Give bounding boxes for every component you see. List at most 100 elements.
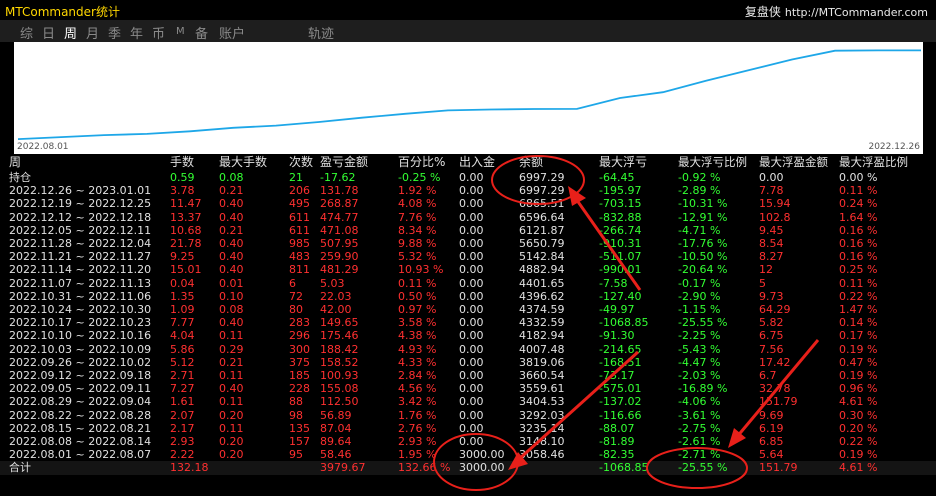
percent-cell: 3.58 % <box>398 316 437 330</box>
period-cell: 2022.09.12 ~ 2022.09.18 <box>9 369 152 382</box>
deposit-cell: 0.00 <box>459 342 484 356</box>
period-cell: 2022.08.01 ~ 2022.08.07 <box>9 448 152 462</box>
total-row[interactable]: 合计 132.18 3979.67 132.66 % 3000.00 -1068.85 -2… <box>0 461 936 475</box>
max-floating-profit-pct-cell: 0.25 % <box>839 263 878 277</box>
tab-day[interactable]: 日 <box>42 23 55 42</box>
table-row[interactable]: 2022.11.21 ~ 2022.11.27 9.25 0.40 483 259.90… <box>0 250 936 263</box>
balance-cell: 3559.61 <box>519 382 565 396</box>
table-row[interactable]: 2022.08.29 ~ 2022.09.04 1.61 0.11 88 112.50 3… <box>0 395 936 408</box>
deposit-cell: 0.00 <box>459 329 484 343</box>
tab-month[interactable]: 月 <box>86 23 99 42</box>
header-max-floating-loss[interactable]: 最大浮亏 <box>599 156 647 169</box>
period-cell: 2022.10.10 ~ 2022.10.16 <box>9 329 152 343</box>
tab-account[interactable]: 账户 <box>219 23 245 42</box>
tab-week[interactable]: 周 <box>64 23 77 42</box>
header-balance[interactable]: 余额 <box>519 156 543 169</box>
max-floating-profit-pct-cell: 0.96 % <box>839 382 878 396</box>
table-row[interactable]: 2022.11.28 ~ 2022.12.04 21.78 0.40 985 507.9… <box>0 237 936 250</box>
max-lots-cell: 0.40 <box>219 250 244 264</box>
profit-loss-cell: 100.93 <box>320 369 359 382</box>
tab-year[interactable]: 年 <box>130 23 143 42</box>
max-floating-profit-pct-cell: 4.61 % <box>839 395 878 409</box>
header-max-lots[interactable]: 最大手数 <box>219 156 267 169</box>
max-lots-cell: 0.21 <box>219 223 244 237</box>
profit-loss-cell: 158.52 <box>320 355 359 369</box>
profit-loss-cell: 5.03 <box>320 276 345 290</box>
header-max-floating-profit[interactable]: 最大浮盈金额 <box>759 156 828 169</box>
header-percent[interactable]: 百分比% <box>398 156 445 169</box>
period-cell: 2022.12.19 ~ 2022.12.25 <box>9 197 152 211</box>
max-lots-cell: 0.40 <box>219 210 244 224</box>
table-row[interactable]: 2022.08.01 ~ 2022.08.07 2.22 0.20 95 58.46 1.… <box>0 448 936 461</box>
table-row[interactable]: 2022.10.10 ~ 2022.10.16 4.04 0.11 296 175.46… <box>0 329 936 342</box>
percent-cell: 2.84 % <box>398 369 437 382</box>
tab-notes[interactable]: 备 <box>195 23 208 42</box>
profit-loss-cell: 42.00 <box>320 303 352 316</box>
deposit-cell: 0.00 <box>459 395 484 409</box>
max-floating-profit-cell: 64.29 <box>759 303 791 316</box>
max-floating-loss-pct-cell: -16.89 % <box>678 382 728 396</box>
max-floating-loss-cell: -990.01 <box>599 263 642 277</box>
max-lots-cell: 0.01 <box>219 276 244 290</box>
profit-loss-cell: 149.65 <box>320 316 359 330</box>
max-floating-loss-cell: -910.31 <box>599 237 642 250</box>
holding-row[interactable]: 持仓 0.59 0.08 21 -17.62 -0.25 % 0.00 6997.29 -64.… <box>0 171 936 184</box>
profit-loss-cell: 22.03 <box>320 289 352 303</box>
deposit-cell: 0.00 <box>459 355 484 369</box>
brand[interactable]: 复盘侠 http://MTCommander.com <box>745 3 928 20</box>
brand-url[interactable]: http://MTCommander.com <box>785 6 928 19</box>
max-floating-loss-cell: -64.45 <box>599 171 635 184</box>
table-row[interactable]: 2022.12.05 ~ 2022.12.11 10.68 0.21 611 471.0… <box>0 224 936 237</box>
table-row[interactable]: 2022.08.08 ~ 2022.08.14 2.93 0.20 157 89.64 2… <box>0 435 936 448</box>
max-floating-loss-cell: -7.58 <box>599 276 628 290</box>
max-floating-loss-pct-cell: -3.61 % <box>678 408 721 422</box>
deposit-cell: 0.00 <box>459 303 484 316</box>
table-row[interactable]: 2022.12.26 ~ 2023.01.01 3.78 0.21 206 131.78… <box>0 184 936 197</box>
tab-currency[interactable]: 币 <box>152 23 165 42</box>
table-row[interactable]: 2022.11.07 ~ 2022.11.13 0.04 0.01 6 5.03 0.11… <box>0 277 936 290</box>
table-row[interactable]: 2022.10.17 ~ 2022.10.23 7.77 0.40 283 149.65… <box>0 316 936 329</box>
max-floating-profit-cell: 8.27 <box>759 250 784 264</box>
count-cell: 495 <box>289 197 310 211</box>
max-floating-profit-cell: 32.78 <box>759 382 791 396</box>
header-max-floating-loss-pct[interactable]: 最大浮亏比例 <box>678 156 747 169</box>
table-row[interactable]: 2022.08.22 ~ 2022.08.28 2.07 0.20 98 56.89 1.… <box>0 409 936 422</box>
tab-overview[interactable]: 综 <box>20 23 33 42</box>
balance-chart-svg <box>17 49 921 140</box>
table-row[interactable]: 2022.10.03 ~ 2022.10.09 5.86 0.29 300 188.42… <box>0 343 936 356</box>
max-floating-profit-pct-cell: 0.11 % <box>839 276 878 290</box>
deposit-cell: 0.00 <box>459 369 484 382</box>
period-cell: 持仓 <box>9 171 31 184</box>
count-cell: 135 <box>289 421 310 435</box>
max-floating-profit-cell: 12 <box>759 263 773 277</box>
table-row[interactable]: 2022.09.26 ~ 2022.10.02 5.12 0.21 375 158.52… <box>0 356 936 369</box>
percent-cell: -0.25 % <box>398 171 441 184</box>
table-row[interactable]: 2022.11.14 ~ 2022.11.20 15.01 0.40 811 481.2… <box>0 263 936 276</box>
max-floating-profit-pct-cell: 4.61 % <box>839 461 878 475</box>
header-deposit[interactable]: 出入金 <box>459 156 495 169</box>
table-row[interactable]: 2022.09.05 ~ 2022.09.11 7.27 0.40 228 155.08… <box>0 382 936 395</box>
max-floating-loss-cell: -91.30 <box>599 329 635 343</box>
header-lots[interactable]: 手数 <box>170 156 194 169</box>
balance-cell: 6997.29 <box>519 171 565 184</box>
table-row[interactable]: 2022.12.19 ~ 2022.12.25 11.47 0.40 495 268.8… <box>0 197 936 210</box>
percent-cell: 4.38 % <box>398 329 437 343</box>
period-cell: 2022.08.22 ~ 2022.08.28 <box>9 408 152 422</box>
header-max-floating-profit-pct[interactable]: 最大浮盈比例 <box>839 156 908 169</box>
deposit-cell: 0.00 <box>459 171 484 184</box>
tab-quarter[interactable]: 季 <box>108 23 121 42</box>
table-row[interactable]: 2022.09.12 ~ 2022.09.18 2.71 0.11 185 100.93… <box>0 369 936 382</box>
profit-loss-cell: 507.95 <box>320 237 359 250</box>
header-count[interactable]: 次数 <box>289 156 313 169</box>
table-row[interactable]: 2022.08.15 ~ 2022.08.21 2.17 0.11 135 87.04 2… <box>0 422 936 435</box>
tab-m[interactable]: M <box>176 26 185 37</box>
deposit-cell: 0.00 <box>459 435 484 448</box>
header-period[interactable]: 周 <box>9 156 21 169</box>
tab-track[interactable]: 轨迹 <box>308 23 334 42</box>
table-row[interactable]: 2022.10.31 ~ 2022.11.06 1.35 0.10 72 22.03 0.… <box>0 290 936 303</box>
lots-cell: 11.47 <box>170 197 202 211</box>
header-profit-loss[interactable]: 盈亏金额 <box>320 156 368 169</box>
table-row[interactable]: 2022.12.12 ~ 2022.12.18 13.37 0.40 611 474.7… <box>0 211 936 224</box>
max-floating-profit-pct-cell: 0.19 % <box>839 448 878 462</box>
table-row[interactable]: 2022.10.24 ~ 2022.10.30 1.09 0.08 80 42.00 0.… <box>0 303 936 316</box>
